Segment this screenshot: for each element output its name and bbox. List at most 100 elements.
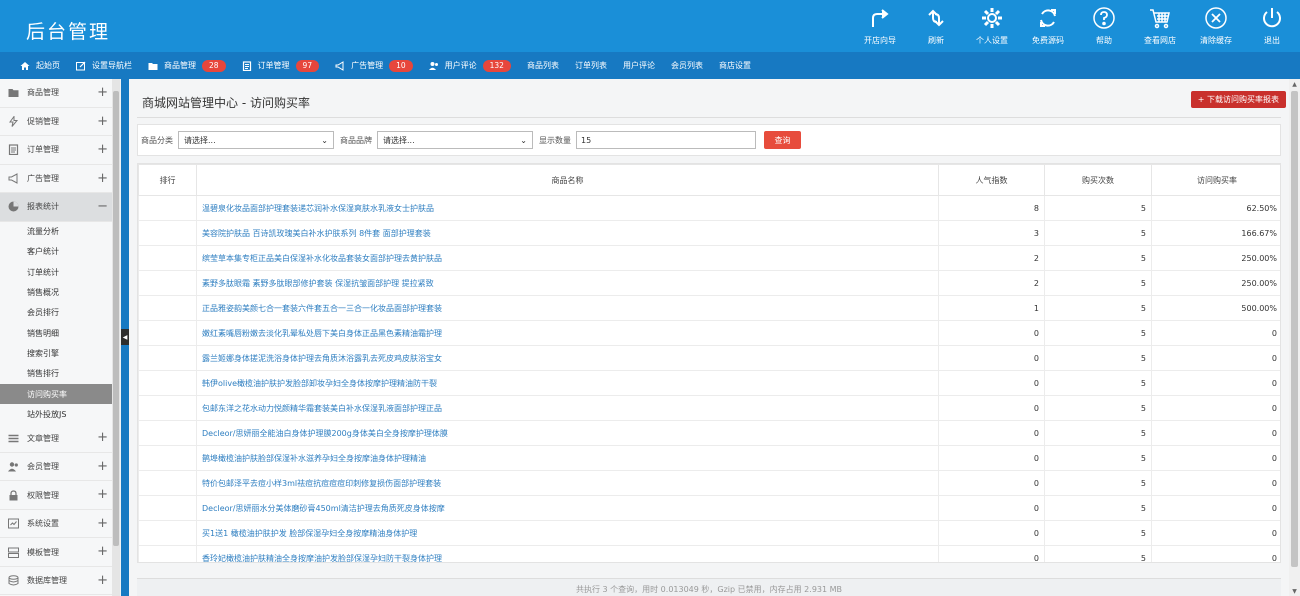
sidebar-item-member-rank[interactable]: 会员排行: [0, 303, 118, 323]
query-button[interactable]: 查询: [764, 131, 801, 149]
cell-purchase-count: 5: [1044, 195, 1152, 221]
sidebar-group-goods[interactable]: 商品管理 +: [0, 79, 118, 108]
cell-goods-name[interactable]: Decleor/思妍丽水分美体磨砂膏450ml清洁护理去角质死皮身体按摩: [196, 495, 939, 521]
nav-user-comments[interactable]: 用户评论 132: [428, 59, 511, 72]
sidebar-item-sales-rank[interactable]: 销售排行: [0, 364, 118, 384]
nav-goods-manage[interactable]: 商品管理 28: [148, 59, 226, 72]
collapse-sidebar-icon[interactable]: ◀: [121, 329, 129, 345]
cell-purchase-count: 5: [1044, 320, 1152, 346]
sidebar-group-promotion[interactable]: 促销管理 +: [0, 108, 118, 136]
category-select[interactable]: 请选择... ⌄: [178, 131, 334, 149]
sidebar-item-external-js[interactable]: 站外投放JS: [0, 404, 118, 424]
table-row: 买1送1 橄榄油护肤护发 脸部保湿孕妇全身按摩精油身体护理 0 5 0: [138, 520, 1280, 546]
main-scroll-thumb[interactable]: [1291, 91, 1298, 567]
count-input[interactable]: 15: [576, 131, 756, 149]
header-visit-purchase-rate[interactable]: 访问购买率: [1151, 164, 1280, 196]
count-label: 显示数量: [539, 135, 571, 145]
free-source-button[interactable]: 免费源码: [1020, 0, 1076, 52]
cell-purchase-count: 5: [1044, 220, 1152, 246]
nav-set-navbar[interactable]: 设置导航栏: [76, 60, 132, 71]
cell-visit-purchase-rate: 0: [1151, 320, 1280, 346]
sidebar-group-articles[interactable]: 文章管理 +: [0, 424, 118, 453]
sidebar-group-reports[interactable]: 报表统计 −: [0, 193, 118, 222]
cell-visit-purchase-rate: 166.67%: [1151, 220, 1280, 246]
sidebar-group-members[interactable]: 会员管理 +: [0, 453, 118, 482]
nav-shop-settings[interactable]: 商店设置: [719, 60, 751, 71]
header-rank[interactable]: 排行: [138, 164, 197, 196]
nav-member-list[interactable]: 会员列表: [671, 60, 703, 71]
sidebar-item-sales-detail[interactable]: 销售明细: [0, 323, 118, 343]
cell-goods-name[interactable]: 买1送1 橄榄油护肤护发 脸部保湿孕妇全身按摩精油身体护理: [196, 520, 939, 546]
main-content: 商城网站管理中心 - 访问购买率 + 下载访问购买率报表 商品分类 请选择...…: [129, 79, 1289, 596]
sidebar-item-customer-stats[interactable]: 客户统计: [0, 242, 118, 262]
view-store-button[interactable]: 查看网店: [1132, 0, 1188, 52]
page-title: 商城网站管理中心 - 访问购买率: [142, 96, 310, 110]
personal-settings-button[interactable]: 个人设置: [964, 0, 1020, 52]
sidebar-item-search-engine[interactable]: 搜索引擎: [0, 343, 118, 363]
nav-ad-manage[interactable]: 广告管理 10: [335, 59, 413, 72]
table-row: 正品雅姿韵美颜七合一套装六件套五合一三合一化妆品面部护理套装 1 5 500.00%: [138, 295, 1280, 321]
setup-wizard-button[interactable]: 开店向导: [852, 0, 908, 52]
sidebar-item-label: 订单统计: [27, 267, 59, 277]
sidebar-scroll-thumb[interactable]: [113, 91, 119, 546]
sidebar-item-order-stats[interactable]: 订单统计: [0, 262, 118, 282]
expand-icon: +: [97, 85, 108, 100]
cell-goods-name[interactable]: 露兰姬娜身体搓泥洗浴身体护理去角质沐浴露乳去死皮鸡皮肤浴宝女: [196, 345, 939, 371]
sidebar-group-label: 权限管理: [27, 490, 59, 500]
cell-rank: [138, 195, 197, 221]
sidebar-scrollbar[interactable]: [112, 79, 120, 596]
cell-visit-purchase-rate: 0: [1151, 445, 1280, 471]
nav-goods-list[interactable]: 商品列表: [527, 60, 559, 71]
cell-goods-name[interactable]: 嫩红素嘴唇粉嫩去淡化乳晕私处唇下美白身体正品黑色素精油霜护理: [196, 320, 939, 346]
sidebar-group-orders[interactable]: 订单管理 +: [0, 136, 118, 165]
refresh-button[interactable]: 刷新: [908, 0, 964, 52]
cell-goods-name[interactable]: 素野多肽眼霜 素野多肽眼部修护套装 保湿抗皱面部护理 提拉紧致: [196, 270, 939, 296]
clear-cache-button[interactable]: 清除缓存: [1188, 0, 1244, 52]
template-icon: [8, 547, 19, 558]
order-icon: [8, 144, 19, 156]
chevron-down-icon: ⌄: [520, 135, 527, 145]
scroll-up-icon[interactable]: ▲: [1289, 79, 1300, 89]
cell-goods-name[interactable]: Decleor/思妍丽全能油白身体护理膜200g身体美白全身按摩护理体膜: [196, 420, 939, 446]
cell-popularity: 0: [938, 520, 1045, 546]
cell-goods-name[interactable]: 温碧泉化妆品面部护理套装递芯润补水保湿爽肤水乳液女士护肤品: [196, 195, 939, 221]
header-purchase-count[interactable]: 购买次数: [1044, 164, 1152, 196]
cell-purchase-count: 5: [1044, 520, 1152, 546]
nav-order-manage[interactable]: 订单管理 97: [242, 59, 320, 72]
sidebar-group-database[interactable]: 数据库管理 +: [0, 567, 118, 596]
download-report-button[interactable]: + 下载访问购买率报表: [1190, 91, 1286, 108]
help-button[interactable]: 帮助: [1076, 0, 1132, 52]
cell-goods-name[interactable]: 韩伊olive橄榄油护肤护发脸部卸妆孕妇全身体按摩护理精油防干裂: [196, 370, 939, 396]
help-icon: [1093, 7, 1115, 29]
cell-purchase-count: 5: [1044, 370, 1152, 396]
cell-goods-name[interactable]: 正品雅姿韵美颜七合一套装六件套五合一三合一化妆品面部护理套装: [196, 295, 939, 321]
cell-visit-purchase-rate: 0: [1151, 545, 1280, 562]
gear-icon: [982, 8, 1002, 28]
logout-button[interactable]: 退出: [1244, 0, 1300, 52]
nav-user-comments-2[interactable]: 用户评论: [623, 60, 655, 71]
cart-icon: [1150, 9, 1170, 29]
cell-goods-name[interactable]: 缤莹草本集专柜正品美白保湿补水化妆品套装女面部护理去黄护肤品: [196, 245, 939, 271]
sidebar-group-ads[interactable]: 广告管理 +: [0, 165, 118, 193]
header-goods-name[interactable]: 商品名称: [196, 164, 939, 196]
nav-home[interactable]: 起始页: [20, 60, 60, 71]
logout-label: 退出: [1264, 36, 1280, 45]
scroll-down-icon[interactable]: ▼: [1289, 586, 1300, 596]
sidebar-group-label: 广告管理: [27, 173, 59, 183]
cell-goods-name[interactable]: 包邮东洋之花水动力悦颜精华霜套装美白补水保湿乳液面部护理正品: [196, 395, 939, 421]
sidebar-item-sales-overview[interactable]: 销售概况: [0, 282, 118, 302]
sidebar-group-templates[interactable]: 模板管理 +: [0, 538, 118, 567]
order-icon: [242, 60, 251, 71]
nav-order-list[interactable]: 订单列表: [575, 60, 607, 71]
brand-select[interactable]: 请选择... ⌄: [377, 131, 533, 149]
sidebar-item-visit-purchase-rate[interactable]: 访问购买率: [0, 383, 118, 405]
cell-goods-name[interactable]: 鹊埠橄榄油护肤脸部保湿补水滋养孕妇全身按摩油身体护理精油: [196, 445, 939, 471]
cell-goods-name[interactable]: 香玲妃橄榄油护肤精油全身按摩油护发脸部保湿孕妇防干裂身体护理: [196, 545, 939, 562]
cell-goods-name[interactable]: 美容院护肤品 百诗凯玫瑰美白补水护肤系列 8件套 面部护理套装: [196, 220, 939, 246]
main-scrollbar[interactable]: ▲ ▼: [1289, 79, 1300, 596]
sidebar-item-traffic[interactable]: 流量分析: [0, 222, 118, 242]
sidebar-group-permissions[interactable]: 权限管理 +: [0, 481, 118, 510]
header-popularity[interactable]: 人气指数: [938, 164, 1045, 196]
sidebar-group-system[interactable]: 系统设置 +: [0, 510, 118, 539]
cell-goods-name[interactable]: 特价包邮泽平去痘小样3ml祛痘抗痘痘痘印刺修复损伤面部护理套装: [196, 470, 939, 496]
